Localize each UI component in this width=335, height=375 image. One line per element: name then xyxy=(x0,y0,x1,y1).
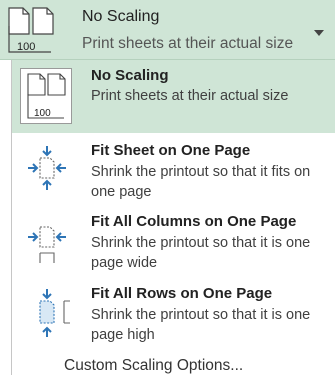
menu-item-title: No Scaling xyxy=(91,67,169,84)
menu-item-fit-rows[interactable]: Fit All Rows on One Page Shrink the prin… xyxy=(12,285,335,353)
menu-item-desc: Shrink the printout so that it fits on o… xyxy=(91,164,311,200)
icon-number: 100 xyxy=(34,108,51,119)
menu-item-title: Fit All Columns on One Page xyxy=(91,213,297,230)
scaling-menu: 100 No Scaling Print sheets at their act… xyxy=(11,60,335,375)
chevron-down-icon[interactable] xyxy=(314,30,324,36)
menu-item-no-scaling[interactable]: 100 No Scaling Print sheets at their act… xyxy=(12,60,335,133)
menu-item-title: Fit All Rows on One Page xyxy=(91,285,273,302)
menu-item-fit-sheet[interactable]: Fit Sheet on One Page Shrink the printou… xyxy=(12,142,335,212)
menu-item-desc: Shrink the printout so that it is one pa… xyxy=(91,307,311,343)
menu-item-desc: Print sheets at their actual size xyxy=(91,88,289,104)
fit-columns-icon xyxy=(20,219,72,271)
fit-sheet-icon xyxy=(20,144,72,196)
dropdown-subtitle: Print sheets at their actual size xyxy=(82,35,294,52)
menu-item-title: Fit Sheet on One Page xyxy=(91,142,251,159)
dropdown-title: No Scaling xyxy=(82,8,160,25)
custom-scaling-options-link[interactable]: Custom Scaling Options... xyxy=(64,357,243,375)
scaling-dropdown[interactable]: 100 No Scaling Print sheets at their act… xyxy=(0,0,335,60)
fit-rows-icon xyxy=(20,287,72,343)
no-scaling-icon: 100 xyxy=(7,6,71,54)
menu-item-fit-columns[interactable]: Fit All Columns on One Page Shrink the p… xyxy=(12,213,335,281)
no-scaling-icon: 100 xyxy=(20,68,72,124)
icon-number: 100 xyxy=(17,41,35,53)
menu-item-desc: Shrink the printout so that it is one pa… xyxy=(91,235,311,271)
